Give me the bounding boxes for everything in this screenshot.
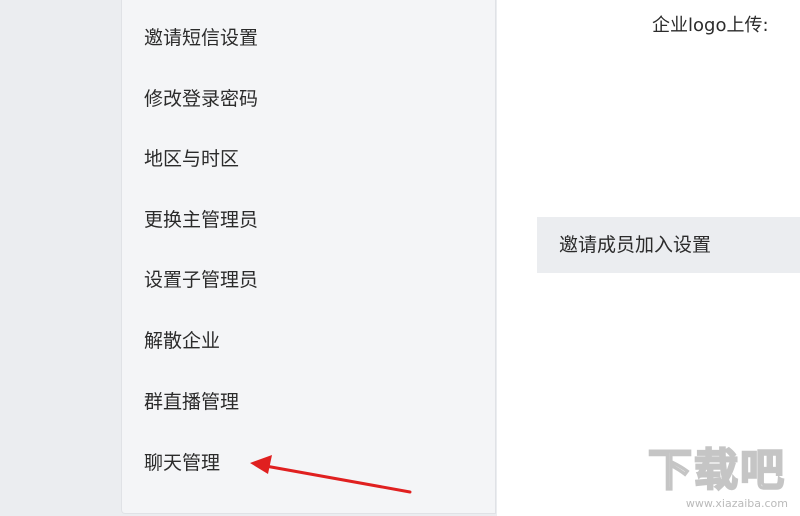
settings-sidebar: 邀请短信设置 修改登录密码 地区与时区 更换主管理员 设置子管理员 解散企业 群… xyxy=(121,0,496,514)
watermark-url: www.xiazaiba.com xyxy=(685,497,788,510)
sidebar-item-change-main-admin[interactable]: 更换主管理员 xyxy=(144,205,258,235)
sidebar-item-dissolve-enterprise[interactable]: 解散企业 xyxy=(144,326,220,356)
arrow-shaft xyxy=(258,463,412,494)
logo-upload-label: 企业logo上传: xyxy=(652,15,769,36)
sidebar-item-chat-management[interactable]: 聊天管理 xyxy=(144,448,220,478)
red-arrow-annotation xyxy=(250,455,412,494)
invite-settings-label: 邀请成员加入设置 xyxy=(559,234,712,256)
sidebar-item-invite-sms-settings[interactable]: 邀请短信设置 xyxy=(144,23,258,53)
sidebar-item-group-live-management[interactable]: 群直播管理 xyxy=(144,387,239,417)
invite-settings-panel[interactable]: 邀请成员加入设置 xyxy=(537,217,800,273)
arrow-head xyxy=(250,455,272,474)
sidebar-item-change-login-password[interactable]: 修改登录密码 xyxy=(144,84,258,114)
watermark: 下载吧 www.xiazaiba.com xyxy=(646,444,796,510)
sidebar-item-region-timezone[interactable]: 地区与时区 xyxy=(144,144,239,174)
watermark-text: 下载吧 xyxy=(647,444,786,497)
sidebar-item-set-sub-admin[interactable]: 设置子管理员 xyxy=(144,265,258,295)
left-gutter xyxy=(0,0,121,516)
